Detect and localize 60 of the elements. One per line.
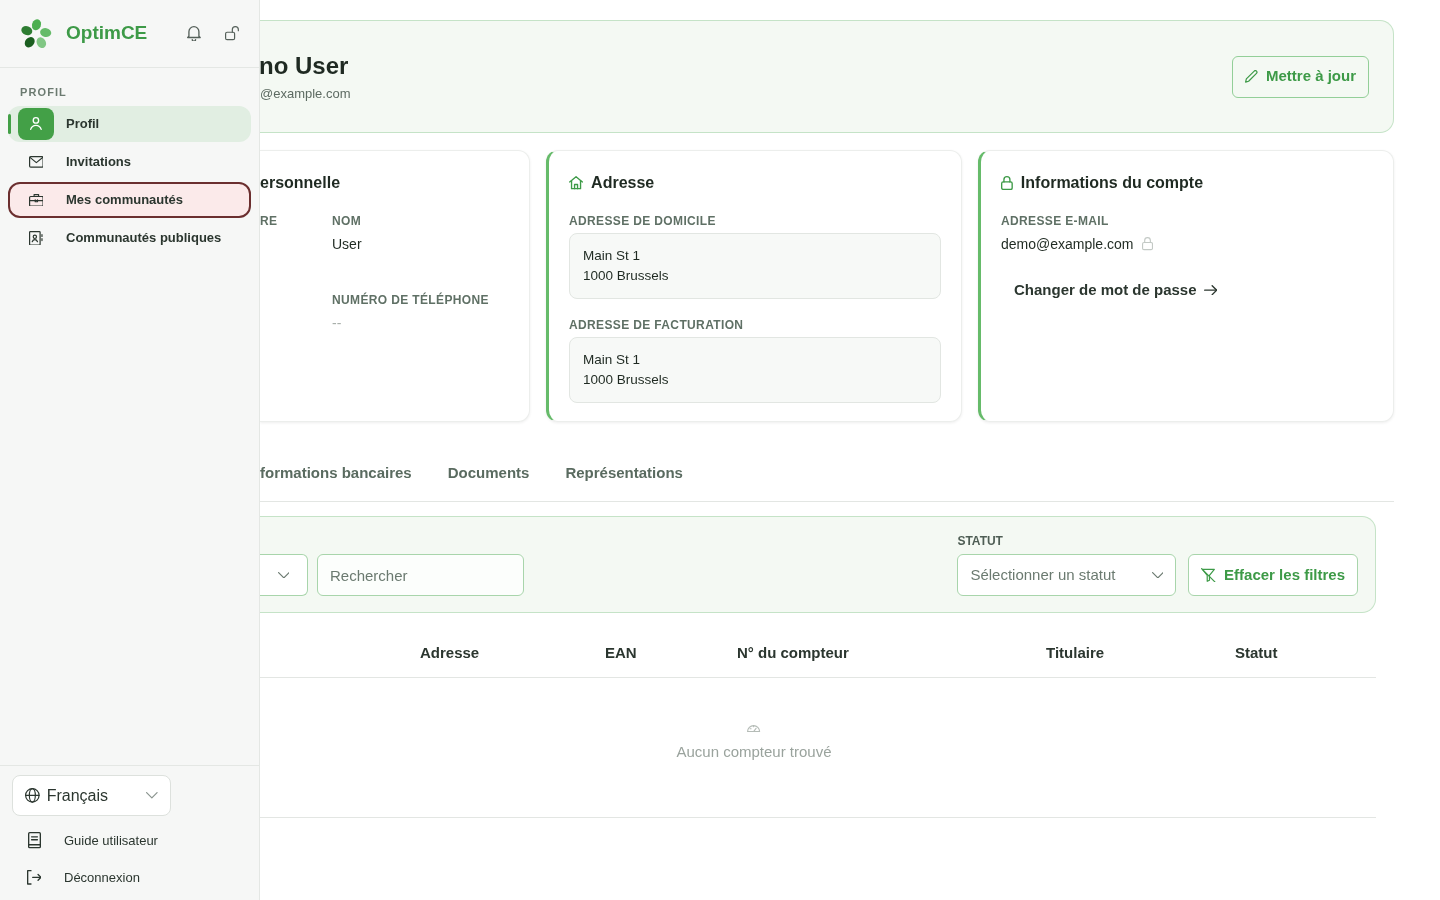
column-header: Statut	[1234, 643, 1279, 664]
card-title: Adresse	[591, 173, 655, 193]
gauge-icon	[747, 725, 761, 733]
tab[interactable]: Représentations	[547, 446, 701, 501]
chevron-down-icon	[146, 792, 158, 799]
field-value: User	[332, 235, 363, 254]
field-label: ADRESSE E-MAIL	[1001, 213, 1110, 229]
user-name: no User	[259, 50, 350, 81]
tab[interactable]: formations bancaires	[260, 446, 430, 501]
field-label: ADRESSE DE DOMICILE	[569, 213, 717, 229]
briefcase-icon	[28, 193, 44, 207]
padlock-icon	[1141, 237, 1153, 251]
contact-book-icon	[29, 230, 43, 246]
house-icon	[569, 176, 584, 190]
filter-off-icon	[1201, 567, 1217, 583]
chevron-down-icon	[1151, 571, 1164, 579]
sidebar-nav-item[interactable]: Invitations	[8, 144, 251, 180]
chevron-down-icon	[277, 571, 290, 579]
tab[interactable]: Documents	[429, 446, 548, 501]
logout-icon	[26, 870, 42, 885]
arrow-right-icon	[1203, 284, 1217, 296]
empty-state-message: Aucun compteur trouvé	[676, 742, 832, 763]
field-label: ADRESSE DE FACTURATION	[569, 317, 745, 333]
address-text: Main St 1 1000 Brussels	[569, 337, 941, 403]
column-header: N° du compteur	[736, 643, 850, 664]
sidebar-nav-item[interactable]: Mes communautés	[8, 182, 251, 218]
search-field[interactable]: Rechercher	[317, 554, 524, 596]
sidebar-link[interactable]: Guide utilisateur	[0, 822, 259, 859]
envelope-icon	[28, 156, 44, 168]
sidebar-link[interactable]: Déconnexion	[0, 859, 259, 896]
book-icon	[27, 832, 41, 849]
address-text: Main St 1 1000 Brussels	[569, 233, 941, 299]
status-select[interactable]: Sélectionner un statut	[957, 554, 1177, 596]
column-header: EAN	[604, 643, 638, 664]
unlocked-padlock-icon[interactable]	[225, 26, 239, 41]
card-title: Informations du compte	[1020, 173, 1204, 193]
change-password-link[interactable]: Changer de mot de passe	[1014, 273, 1217, 307]
card-title: ersonnelle	[260, 173, 342, 193]
pencil-icon	[1245, 70, 1258, 83]
field-label: NOM	[332, 213, 363, 229]
user-email: @example.com	[260, 84, 351, 103]
sidebar-nav-item[interactable]: Communautés publiques	[8, 220, 251, 256]
field-label: STATUT	[957, 534, 1004, 548]
email-value: demo@example.com	[1001, 235, 1134, 254]
brand-name: OptimCE	[66, 21, 148, 46]
clover-logo-icon	[20, 17, 52, 50]
language-select[interactable]: Français	[12, 775, 171, 816]
field-label: RE	[260, 213, 279, 229]
globe-icon	[25, 788, 40, 803]
notification-bell-icon[interactable]	[187, 25, 202, 42]
padlock-icon	[1001, 175, 1013, 191]
dropdown-field[interactable]	[260, 554, 308, 596]
section-label: PROFIL	[19, 85, 68, 100]
field-value: --	[332, 314, 343, 333]
sidebar-nav-item[interactable]: Profil	[8, 106, 251, 142]
clear-filters-button[interactable]: Effacer les filtres	[1188, 554, 1358, 596]
person-icon	[18, 108, 54, 140]
column-header: Titulaire	[1045, 643, 1106, 664]
field-label: NUMÉRO DE TÉLÉPHONE	[332, 292, 489, 308]
column-header: Adresse	[419, 643, 481, 664]
